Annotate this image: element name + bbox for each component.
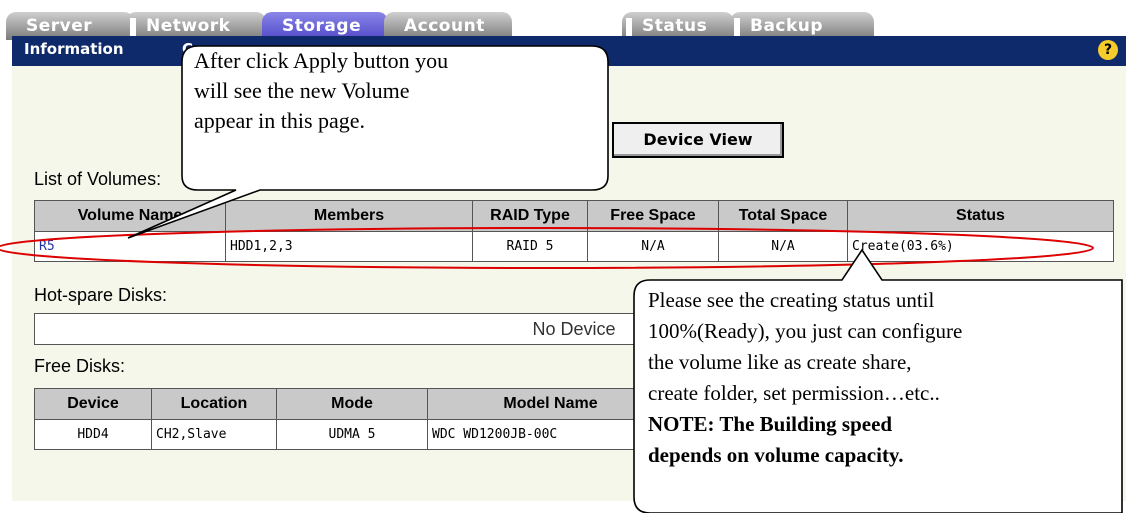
callout-line: After click Apply button you — [194, 48, 449, 73]
highlight-ellipse — [0, 227, 1094, 269]
callout-2-text: Please see the creating status until 100… — [648, 285, 1126, 471]
callout-line: 100%(Ready), you just can configure — [648, 319, 963, 343]
callout-1-text: After click Apply button you will see th… — [194, 46, 448, 136]
callout-note: NOTE: The Building speed — [648, 412, 893, 436]
callout-line: appear in this page. — [194, 108, 366, 133]
callout-line: create folder, set permission…etc.. — [648, 381, 940, 405]
callout-line: the volume like as create share, — [648, 350, 912, 374]
callout-note: depends on volume capacity. — [648, 443, 904, 467]
callout-line: will see the new Volume — [194, 78, 410, 103]
callout-line: Please see the creating status until — [648, 288, 935, 312]
